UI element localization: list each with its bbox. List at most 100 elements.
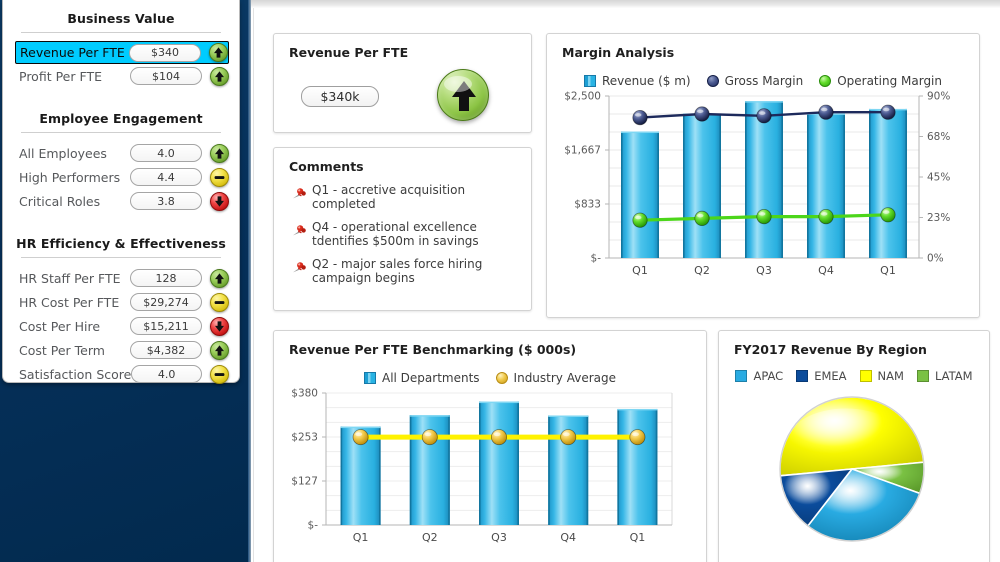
kpi-row-value: 3.8 <box>130 192 202 210</box>
revenue-per-fte-card: Revenue Per FTE $340k <box>273 33 532 133</box>
legend-label: APAC <box>753 369 784 383</box>
kpi-row-value: $15,211 <box>130 317 202 335</box>
trend-flat-icon <box>210 167 229 187</box>
svg-text:$380: $380 <box>291 388 318 400</box>
comments-card: Comments Q1 - accretive acquisition comp… <box>273 147 532 311</box>
divider <box>21 257 221 258</box>
legend-label: Operating Margin <box>837 74 942 88</box>
revenue-by-region-plot <box>719 383 989 562</box>
card-title: Revenue Per FTE Benchmarking ($ 000s) <box>289 342 577 357</box>
trend-up-icon <box>210 143 229 163</box>
kpi-group-title: Business Value <box>67 11 175 26</box>
kpi-row[interactable]: Critical Roles 3.8 <box>13 189 229 213</box>
legend-item-latam[interactable]: LATAM <box>916 369 973 383</box>
card-title: Margin Analysis <box>562 45 675 60</box>
kpi-row-value: 4.0 <box>131 365 202 383</box>
arrow-up-icon <box>437 69 489 121</box>
svg-text:$-: $- <box>308 520 319 532</box>
comment-item[interactable]: Q2 - major sales force hiring campaign b… <box>292 257 521 285</box>
kpi-row[interactable]: Cost Per Term $4,382 <box>13 338 229 362</box>
svg-text:68%: 68% <box>927 131 950 143</box>
svg-text:90%: 90% <box>927 91 950 103</box>
comment-text: Q2 - major sales force hiring campaign b… <box>312 257 483 285</box>
svg-text:$253: $253 <box>291 432 318 444</box>
kpi-row-label: Cost Per Term <box>19 342 105 358</box>
legend-item-emea[interactable]: EMEA <box>796 369 847 383</box>
card-title: Comments <box>289 159 364 174</box>
kpi-group-title: HR Efficiency & Effectiveness <box>16 236 226 251</box>
kpi-row-value: $4,382 <box>130 341 202 359</box>
kpi-row-label: Cost Per Hire <box>19 318 101 334</box>
divider <box>21 32 221 33</box>
comment-item[interactable]: Q1 - accretive acquisition completed <box>292 183 521 211</box>
kpi-row[interactable]: Profit Per FTE $104 <box>13 64 229 88</box>
trend-down-icon <box>210 316 229 336</box>
svg-text:Q4: Q4 <box>560 531 576 544</box>
comment-item[interactable]: Q4 - operational excellence tdentifies $… <box>292 220 521 248</box>
margin-analysis-card: Margin Analysis Revenue ($ m) Gross Marg… <box>546 33 980 318</box>
kpi-row-label: Critical Roles <box>19 193 101 209</box>
revenue-benchmarking-card: Revenue Per FTE Benchmarking ($ 000s) Al… <box>273 330 707 562</box>
kpi-row[interactable]: HR Staff Per FTE 128 <box>13 266 229 290</box>
kpi-row[interactable]: All Employees 4.0 <box>13 141 229 165</box>
legend-item-apac[interactable]: APAC <box>735 369 783 383</box>
kpi-row-value: $104 <box>130 67 202 85</box>
square-swatch-icon <box>735 370 748 382</box>
benchmarking-legend: All Departments Industry Average <box>274 371 706 385</box>
bar-swatch-icon <box>363 372 376 384</box>
kpi-row-value: 4.0 <box>130 144 202 162</box>
legend-item-operating-margin[interactable]: Operating Margin <box>819 74 942 88</box>
svg-text:45%: 45% <box>927 172 950 184</box>
kpi-row-label: HR Staff Per FTE <box>19 270 121 286</box>
kpi-row-value: $29,274 <box>130 293 202 311</box>
legend-label: EMEA <box>814 369 847 383</box>
kpi-row-value: 128 <box>130 269 202 287</box>
kpi-row-label: HR Cost Per FTE <box>19 294 120 310</box>
revenue-by-region-card: FY2017 Revenue By Region APAC EMEA NAM LATA… <box>718 330 990 562</box>
trend-up-icon <box>210 340 229 360</box>
content-left-divider <box>253 8 254 562</box>
legend-item-gross-margin[interactable]: Gross Margin <box>706 74 804 88</box>
legend-label: NAM <box>877 369 904 383</box>
kpi-row[interactable]: HR Cost Per FTE $29,274 <box>13 290 229 314</box>
trend-up-icon <box>210 268 229 288</box>
card-title: FY2017 Revenue By Region <box>734 342 927 357</box>
svg-text:Q2: Q2 <box>422 531 438 544</box>
svg-text:Q3: Q3 <box>756 264 772 277</box>
legend-label: Gross Margin <box>724 74 804 88</box>
legend-label: Industry Average <box>513 371 616 385</box>
legend-item-nam[interactable]: NAM <box>859 369 904 383</box>
kpi-row[interactable]: Satisfaction Score 4.0 <box>13 362 229 386</box>
svg-text:$1,667: $1,667 <box>564 145 601 157</box>
kpi-group-title: Employee Engagement <box>39 111 203 126</box>
legend-label: All Departments <box>381 371 480 385</box>
svg-text:Q3: Q3 <box>491 531 507 544</box>
legend-label: LATAM <box>934 369 973 383</box>
svg-text:$2,500: $2,500 <box>564 91 601 103</box>
legend-label: Revenue ($ m) <box>602 74 691 88</box>
svg-text:$833: $833 <box>574 199 601 211</box>
trend-up-icon <box>210 66 229 86</box>
kpi-row[interactable]: Cost Per Hire $15,211 <box>13 314 229 338</box>
kpi-row-label: All Employees <box>19 145 107 161</box>
region-legend: APAC EMEA NAM LATAM <box>719 369 989 383</box>
svg-text:23%: 23% <box>927 212 950 224</box>
svg-text:$-: $- <box>591 253 602 265</box>
svg-text:0%: 0% <box>927 253 944 265</box>
legend-item-revenue[interactable]: Revenue ($ m) <box>584 74 691 88</box>
margin-analysis-legend: Revenue ($ m) Gross Margin Operating Mar… <box>547 74 979 88</box>
legend-item-all-departments[interactable]: All Departments <box>363 371 480 385</box>
benchmarking-plot: $- $127 $253 $380 Q1 Q2 Q3 Q4 Q1 <box>274 385 706 557</box>
kpi-row[interactable]: High Performers 4.4 <box>13 165 229 189</box>
svg-text:Q4: Q4 <box>818 264 834 277</box>
card-title: Revenue Per FTE <box>289 45 409 60</box>
legend-item-industry-average[interactable]: Industry Average <box>495 371 616 385</box>
circle-swatch-icon <box>819 75 832 87</box>
kpi-row-value: 4.4 <box>130 168 202 186</box>
margin-analysis-plot: $- $833 $1,667 $2,500 0% 23% 45% 68% 90% Q1 Q2 Q3 Q4… <box>547 88 979 288</box>
trend-up-icon <box>209 43 228 62</box>
kpi-row[interactable]: Revenue Per FTE $340 <box>15 41 229 64</box>
trend-flat-icon <box>210 364 229 384</box>
kpi-row-label: Revenue Per FTE <box>20 45 125 60</box>
